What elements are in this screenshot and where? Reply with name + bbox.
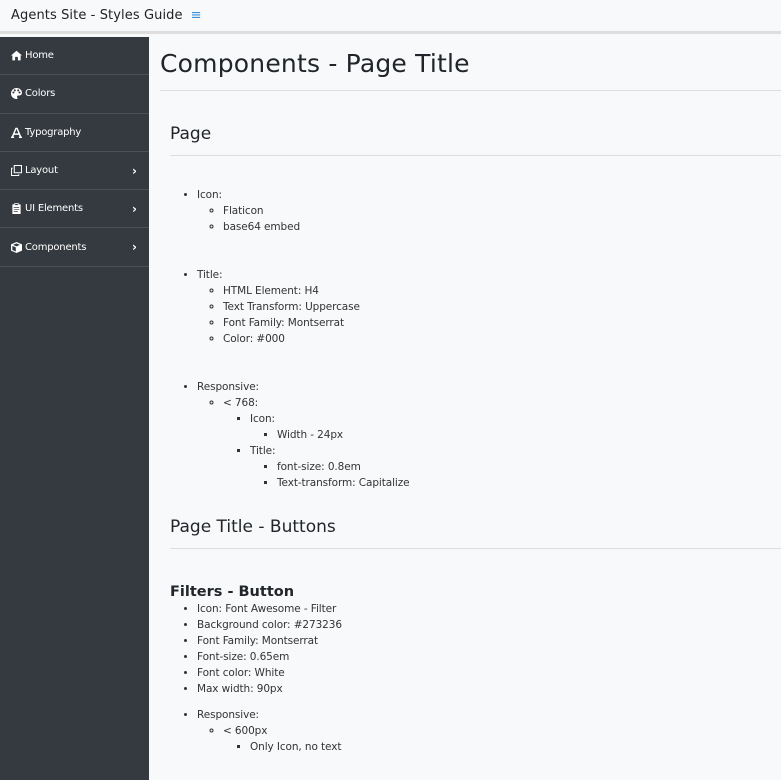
cube-icon (10, 241, 22, 253)
sidebar-item-typography[interactable]: Typography (0, 114, 149, 152)
filters-list: Icon: Font Awesome - Filter Background c… (170, 601, 781, 697)
list-item: < 600px Only Icon, no text (223, 723, 781, 755)
site-brand[interactable]: Agents Site - Styles Guide (11, 8, 183, 23)
sidebar-item-label: Colors (25, 88, 56, 100)
sidebar-item-home[interactable]: Home (0, 37, 149, 76)
list-item: Title: font-size: 0.8em Text-transform: … (250, 443, 781, 491)
list-item: Font color: White (197, 665, 781, 681)
responsive-list: Responsive: < 768: Icon: Width - 24px (170, 379, 781, 491)
subsection-title: Filters - Button (170, 584, 295, 600)
menu-toggle-icon[interactable]: ≡ (191, 9, 202, 22)
list-item: Title: HTML Element: H4 Text Transform: … (197, 267, 781, 347)
list-item: Text Transform: Uppercase (223, 299, 781, 315)
page-title: Components - Page Title (160, 49, 470, 78)
list-item: Icon: Font Awesome - Filter (197, 601, 781, 617)
chevron-right-icon: › (132, 240, 137, 255)
list-item: Only Icon, no text (250, 739, 781, 755)
section-title: Page Title - Buttons (170, 517, 336, 537)
icon-list: Icon: Flaticon base64 embed (170, 187, 781, 235)
list-item: Icon: Flaticon base64 embed (197, 187, 781, 235)
sidebar-item-label: Home (25, 50, 54, 62)
list-item: HTML Element: H4 (223, 283, 781, 299)
chevron-right-icon: › (132, 163, 137, 178)
list-item: Responsive: < 600px Only Icon, no text (197, 707, 781, 755)
sidebar-item-label: Layout (25, 165, 58, 177)
title-list: Title: HTML Element: H4 Text Transform: … (170, 267, 781, 347)
buttons-section: Page Title - Buttons Filters - Button Ic… (160, 516, 781, 755)
home-icon (10, 50, 22, 62)
list-item: base64 embed (223, 219, 781, 235)
clipboard-icon (10, 203, 22, 215)
chevron-right-icon: › (132, 201, 137, 216)
sidebar-item-label: UI Elements (25, 203, 83, 215)
section-divider (170, 548, 781, 549)
list-item: Width - 24px (277, 427, 781, 443)
sidebar-item-components[interactable]: Components › (0, 228, 149, 267)
list-item: Text-transform: Capitalize (277, 475, 781, 491)
list-item: Font Family: Montserrat (223, 315, 781, 331)
sidebar-item-colors[interactable]: Colors (0, 75, 149, 114)
list-item: Font Family: Montserrat (197, 633, 781, 649)
list-item: Background color: #273236 (197, 617, 781, 633)
sidebar-item-layout[interactable]: Layout › (0, 152, 149, 191)
font-icon (10, 126, 22, 138)
sidebar-item-label: Typography (25, 126, 82, 138)
section-divider (170, 155, 781, 156)
main-content: Components - Page Title Page Icon: Flati… (149, 37, 781, 780)
section-title: Page (170, 124, 212, 144)
list-item: Flaticon (223, 203, 781, 219)
list-item: Icon: Width - 24px (250, 411, 781, 443)
top-navbar: Agents Site - Styles Guide ≡ (0, 0, 781, 34)
list-item: Font-size: 0.65em (197, 649, 781, 665)
list-item: Max width: 90px (197, 681, 781, 697)
filters-responsive-list: Responsive: < 600px Only Icon, no text (170, 707, 781, 755)
palette-icon (10, 88, 22, 100)
list-item: font-size: 0.8em (277, 459, 781, 475)
sidebar-item-ui-elements[interactable]: UI Elements › (0, 190, 149, 229)
sidebar: Home Colors Typography Layout › UI Eleme… (0, 37, 149, 780)
sidebar-item-label: Components (25, 241, 87, 253)
list-item: Color: #000 (223, 331, 781, 347)
list-item: < 768: Icon: Width - 24px Title: (223, 395, 781, 491)
page-section: Page Icon: Flaticon base64 embed Title: … (160, 123, 781, 491)
list-item: Responsive: < 768: Icon: Width - 24px (197, 379, 781, 491)
title-divider (160, 90, 781, 91)
clone-icon (10, 165, 22, 177)
